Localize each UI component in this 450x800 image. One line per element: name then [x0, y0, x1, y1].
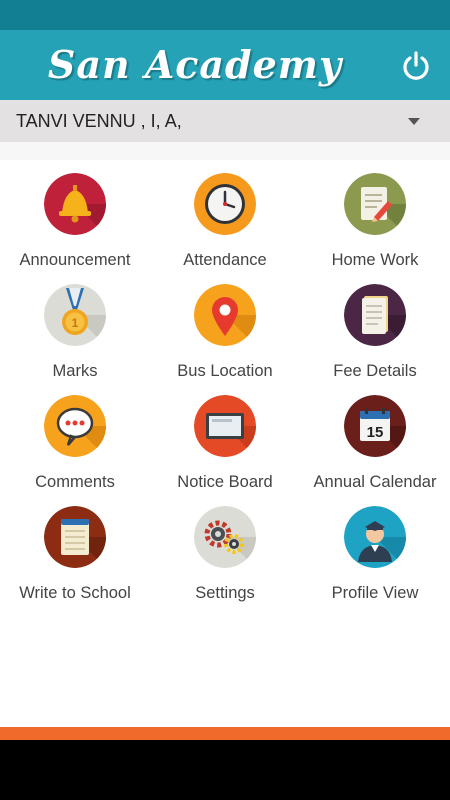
- menu-label: Attendance: [183, 251, 267, 269]
- clock-icon: [194, 173, 256, 235]
- divider: [0, 142, 450, 160]
- menu-item-announcement[interactable]: Announcement: [0, 160, 150, 271]
- menu-item-write-to-school[interactable]: Write to School: [0, 493, 150, 604]
- menu-label: Write to School: [19, 584, 131, 602]
- menu-label: Comments: [35, 473, 115, 491]
- menu-label: Annual Calendar: [313, 473, 437, 491]
- power-icon[interactable]: [400, 50, 432, 82]
- map-pin-icon: [194, 284, 256, 346]
- student-selector[interactable]: TANVI VENNU , I, A,: [0, 100, 450, 142]
- app-bar: San Academy: [0, 30, 450, 100]
- document-icon: [344, 284, 406, 346]
- menu-label: Marks: [52, 362, 98, 380]
- notebook-icon: [44, 506, 106, 568]
- menu-item-settings[interactable]: Settings: [150, 493, 300, 604]
- menu-item-home-work[interactable]: Home Work: [300, 160, 450, 271]
- menu-label: Home Work: [331, 251, 419, 269]
- bell-icon: [44, 173, 106, 235]
- menu-label: Fee Details: [333, 362, 417, 380]
- menu-label: Profile View: [331, 584, 419, 602]
- menu-item-fee-details[interactable]: Fee Details: [300, 271, 450, 382]
- user-icon: [344, 506, 406, 568]
- medal-icon: 1: [44, 284, 106, 346]
- menu-item-profile-view[interactable]: Profile View: [300, 493, 450, 604]
- menu-item-attendance[interactable]: Attendance: [150, 160, 300, 271]
- status-bar: [0, 0, 450, 30]
- bottom-accent-bar: [0, 727, 450, 740]
- system-navigation-bar: [0, 740, 450, 800]
- calendar-icon: 15: [344, 395, 406, 457]
- menu-item-notice-board[interactable]: Notice Board: [150, 382, 300, 493]
- menu-label: Settings: [195, 584, 255, 602]
- tablet-icon: [194, 395, 256, 457]
- svg-text:1: 1: [72, 316, 79, 330]
- student-name: TANVI VENNU , I, A,: [16, 111, 182, 131]
- menu-item-comments[interactable]: Comments: [0, 382, 150, 493]
- chevron-down-icon[interactable]: [408, 118, 420, 125]
- menu-label: Bus Location: [177, 362, 273, 380]
- menu-item-marks[interactable]: 1 Marks: [0, 271, 150, 382]
- menu-label: Notice Board: [177, 473, 273, 491]
- chat-bubble-icon: [44, 395, 106, 457]
- notepad-pencil-icon: [344, 173, 406, 235]
- menu-label: Announcement: [19, 251, 131, 269]
- gears-icon: [194, 506, 256, 568]
- app-title: San Academy: [47, 42, 343, 87]
- menu-item-bus-location[interactable]: Bus Location: [150, 271, 300, 382]
- calendar-day: 15: [367, 424, 384, 441]
- menu-item-annual-calendar[interactable]: 15 Annual Calendar: [300, 382, 450, 493]
